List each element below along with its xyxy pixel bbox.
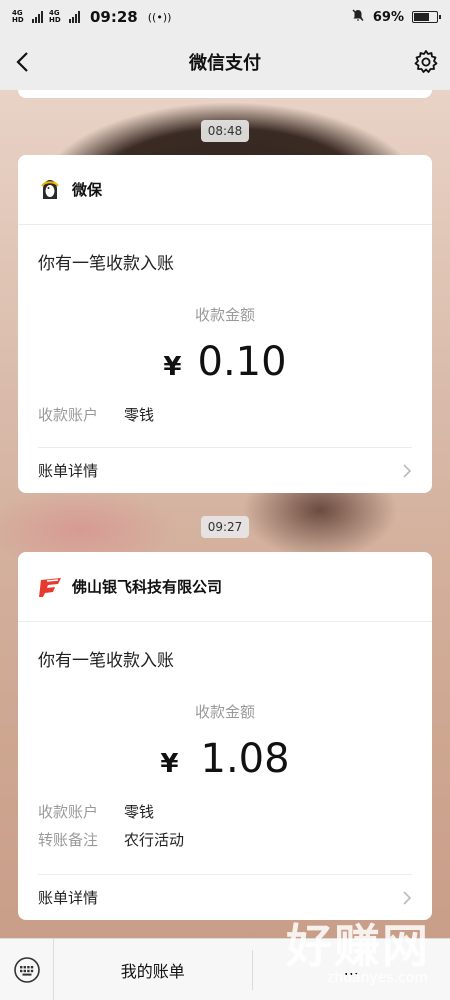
message-timestamp: 08:48 (201, 120, 249, 142)
menu-my-bills[interactable]: 我的账单 (54, 958, 252, 982)
chevron-right-icon (403, 890, 412, 905)
amount-value: 1.08 (200, 736, 290, 782)
info-row: 收款账户 零钱 (18, 405, 432, 425)
status-time: 09:28 (90, 8, 138, 26)
amount-row: ¥ 0.10 (18, 339, 432, 385)
currency-symbol: ¥ (160, 749, 179, 779)
message-timestamp: 09:27 (201, 516, 249, 538)
amount-value: 0.10 (197, 339, 287, 385)
status-bar: 4G HD 4G HD 09:28 ((•)) 69% (0, 0, 450, 34)
nav-bar: 微信支付 (0, 34, 450, 90)
amount-row: ¥ 1.08 (18, 736, 432, 782)
yinfei-logo-icon (38, 575, 62, 599)
merchant-name: 微保 (72, 181, 103, 199)
amount-label: 收款金额 (194, 306, 255, 324)
card-headline: 你有一笔收款入账 (38, 254, 174, 274)
bill-detail-link[interactable]: 账单详情 (38, 447, 412, 493)
merchant-name: 佛山银飞科技有限公司 (72, 578, 223, 596)
payment-card[interactable]: 微保 你有一笔收款入账 收款金额 ¥ 0.10 收款账户 零钱 账单详情 (18, 155, 432, 493)
currency-symbol: ¥ (163, 352, 182, 382)
status-left: 4G HD 4G HD 09:28 ((•)) (12, 8, 171, 26)
card-header: 佛山银飞科技有限公司 (18, 552, 432, 622)
bottom-menu-bar: 我的账单 ... (0, 938, 450, 1000)
chevron-left-icon (16, 52, 28, 72)
info-key: 转账备注 (38, 831, 99, 849)
bill-detail-link[interactable]: 账单详情 (38, 874, 412, 920)
network-indicator-1: 4G HD (12, 9, 24, 24)
battery-icon (412, 11, 441, 23)
mute-icon (351, 8, 365, 26)
previous-card-edge (18, 90, 432, 98)
info-value: 农行活动 (124, 831, 185, 849)
signal-icon-2 (69, 11, 80, 23)
info-row: 收款账户 零钱 (18, 802, 432, 822)
bill-detail-label: 账单详情 (38, 889, 99, 907)
weibao-logo-icon (38, 178, 62, 202)
bill-detail-label: 账单详情 (38, 462, 99, 480)
gear-icon (414, 50, 438, 73)
keyboard-icon (13, 956, 40, 983)
amount-label: 收款金额 (194, 703, 255, 721)
nfc-icon: ((•)) (147, 10, 172, 24)
keyboard-toggle-button[interactable] (0, 938, 54, 1000)
card-headline: 你有一笔收款入账 (38, 651, 174, 671)
info-row: 转账备注 农行活动 (18, 830, 432, 850)
info-key: 收款账户 (38, 406, 99, 424)
network-indicator-2: 4G HD (49, 9, 61, 24)
page-title: 微信支付 (189, 53, 261, 74)
info-value: 零钱 (124, 406, 155, 424)
menu-more[interactable]: ... (253, 960, 450, 979)
info-value: 零钱 (124, 803, 155, 821)
status-right: 69% (351, 8, 441, 26)
chevron-right-icon (403, 463, 412, 478)
signal-icon (32, 11, 43, 23)
settings-button[interactable] (412, 48, 440, 76)
back-button[interactable] (10, 48, 38, 76)
card-header: 微保 (18, 155, 432, 225)
payment-card[interactable]: 佛山银飞科技有限公司 你有一笔收款入账 收款金额 ¥ 1.08 收款账户 零钱 … (18, 552, 432, 920)
info-key: 收款账户 (38, 803, 99, 821)
battery-percent: 69% (372, 9, 404, 25)
